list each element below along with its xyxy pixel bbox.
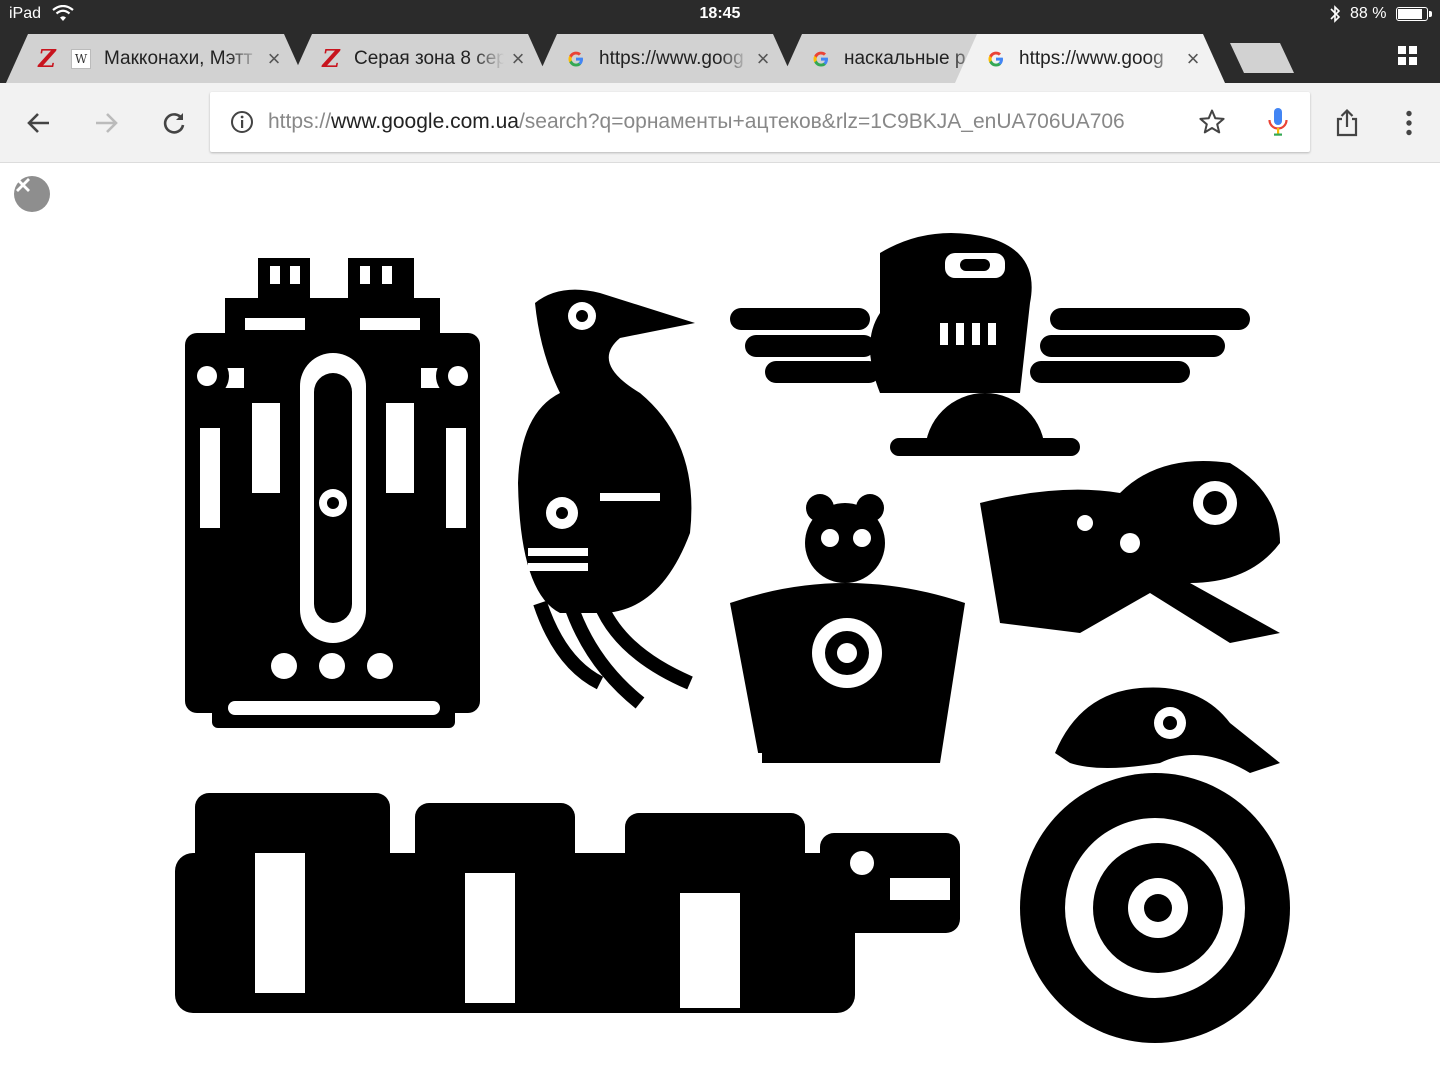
z-icon: Z bbox=[322, 43, 340, 73]
share-button[interactable] bbox=[1327, 103, 1367, 143]
tab-title: https://www.goog bbox=[1019, 47, 1164, 69]
google-icon bbox=[810, 48, 832, 70]
star-icon[interactable] bbox=[1198, 108, 1226, 136]
url-scheme: https:// bbox=[268, 110, 332, 133]
google-icon bbox=[985, 48, 1007, 70]
arrow-left-icon bbox=[27, 113, 49, 133]
back-button[interactable] bbox=[19, 103, 59, 143]
aztec-ornaments-image bbox=[175, 233, 1290, 1043]
tab-5-active[interactable]: https://www.goog × bbox=[955, 34, 1225, 83]
tab-1[interactable]: Z W Макконахи, Мэтт × bbox=[6, 34, 306, 83]
reload-button[interactable] bbox=[154, 103, 194, 143]
reload-icon bbox=[163, 113, 185, 134]
tab-title: https://www.goog bbox=[599, 47, 744, 69]
status-bar: iPad 18:45 88 % bbox=[0, 0, 1440, 30]
tab-title: Серая зона 8 сер bbox=[354, 47, 504, 69]
close-image-button[interactable] bbox=[14, 176, 50, 212]
new-tab-button[interactable] bbox=[1230, 43, 1294, 73]
url-path: /search?q=орнаменты+ацтеков&rlz=1C9BKJA_… bbox=[518, 110, 1125, 133]
tab-strip: Z W Макконахи, Мэтт × Z Серая зона 8 сер… bbox=[0, 30, 1440, 83]
address-bar[interactable]: https://www.google.com.ua/search?q=орнам… bbox=[210, 92, 1310, 152]
bluetooth-icon bbox=[1330, 5, 1341, 23]
close-tab-icon[interactable]: × bbox=[753, 49, 773, 69]
share-icon bbox=[1336, 108, 1358, 137]
tab-grid-icon[interactable] bbox=[1398, 46, 1418, 66]
tab-2[interactable]: Z Серая зона 8 сер × bbox=[290, 34, 550, 83]
wikipedia-icon: W bbox=[70, 48, 92, 70]
animal-glyph bbox=[980, 461, 1280, 643]
tab-title: наскальные р bbox=[844, 47, 966, 69]
close-tab-icon[interactable]: × bbox=[508, 49, 528, 69]
close-tab-icon[interactable]: × bbox=[264, 49, 284, 69]
microphone-icon[interactable] bbox=[1266, 106, 1290, 138]
totem-glyph bbox=[185, 258, 480, 728]
z-icon: Z bbox=[38, 43, 56, 73]
tab-3[interactable]: https://www.goog × bbox=[535, 34, 795, 83]
google-icon bbox=[565, 48, 587, 70]
battery-icon bbox=[1396, 7, 1432, 21]
bird-glyph bbox=[518, 289, 695, 709]
menu-button[interactable] bbox=[1389, 103, 1429, 143]
serpent-glyph bbox=[175, 793, 960, 1013]
eagle-glyph bbox=[730, 233, 1250, 456]
arrow-right-icon bbox=[96, 113, 118, 133]
url-text[interactable]: https://www.google.com.ua/search?q=орнам… bbox=[268, 110, 1178, 134]
more-vert-icon bbox=[1406, 110, 1412, 136]
close-icon bbox=[16, 178, 30, 192]
close-tab-icon[interactable]: × bbox=[1183, 49, 1203, 69]
toolbar: https://www.google.com.ua/search?q=орнам… bbox=[0, 83, 1440, 163]
disc-glyph bbox=[1020, 687, 1290, 1043]
tab-title: Макконахи, Мэтт bbox=[104, 47, 253, 69]
image-viewer bbox=[0, 163, 1440, 1080]
url-host: www.google.com.ua bbox=[331, 110, 519, 133]
forward-button[interactable] bbox=[86, 103, 126, 143]
battery-percent: 88 % bbox=[1350, 5, 1387, 22]
info-icon[interactable] bbox=[230, 110, 254, 134]
clock: 18:45 bbox=[699, 5, 741, 22]
figure-glyph bbox=[730, 494, 965, 783]
